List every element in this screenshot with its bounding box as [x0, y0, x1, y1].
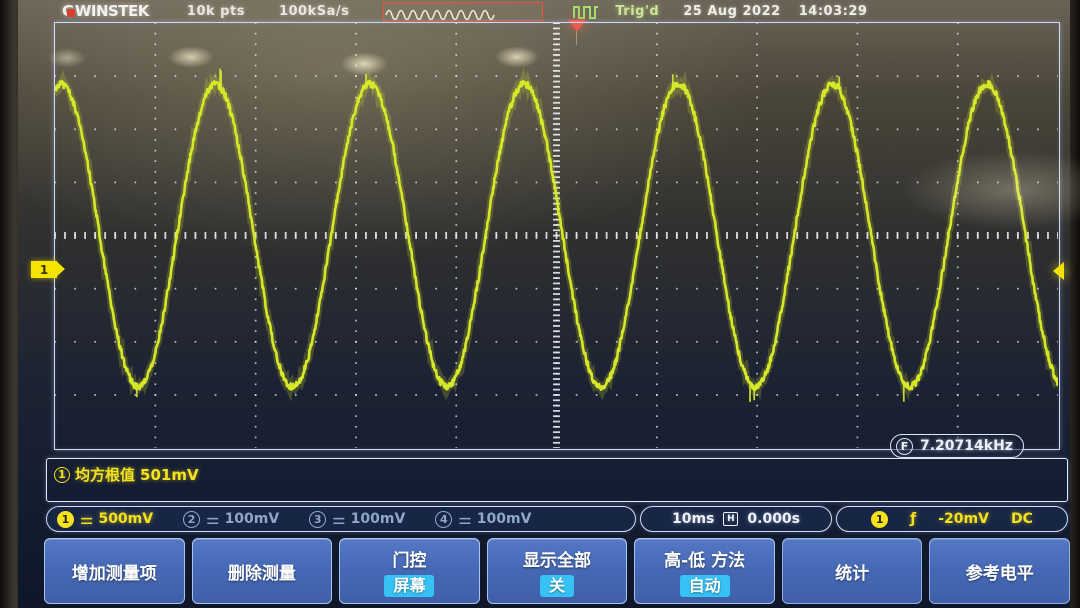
menu-label: 删除测量 — [227, 563, 296, 584]
sample-rate-label: 100kSa/s — [278, 3, 350, 19]
date-label: 25 Aug 2022 — [683, 3, 781, 19]
channel-2-badge: 2 — [183, 510, 201, 528]
menu-value: 屏幕 — [384, 574, 435, 597]
measurement-name: 均方根值 — [75, 466, 136, 484]
trigger-settings[interactable]: 1 ƒ -20mV DC — [836, 506, 1068, 532]
channel-4-coupling-icon: ⚌ — [458, 510, 471, 528]
channel-4-scale: 100mV — [476, 511, 532, 527]
trigger-status-label: Trig'd — [615, 3, 660, 19]
channel-settings-group: 1 ⚌ 500mV 2 ⚌ 100mV 3 ⚌ 100mV 4 ⚌ 100mV — [46, 506, 636, 532]
measurement-channel-badge: 1 — [54, 466, 70, 483]
menu-value: 自动 — [679, 574, 730, 597]
trigger-type-icon — [573, 3, 599, 20]
measurement-item[interactable]: 1 均方根值 501mV — [54, 464, 199, 485]
memory-depth-label: 10k pts — [186, 3, 245, 19]
channel-1-ground-marker[interactable]: 1 — [31, 261, 65, 278]
menu-label: 统计 — [835, 563, 870, 584]
channel-3-coupling-icon: ⚌ — [332, 510, 345, 528]
channel-2-setting[interactable]: 2 ⚌ 100mV — [183, 510, 279, 528]
trigger-source-badge: 1 — [871, 510, 889, 528]
channel-1-badge: 1 — [57, 510, 74, 528]
menu-label: 显示全部 — [523, 550, 592, 571]
timebase-scale: 10ms — [671, 511, 715, 527]
menu-add-measurement[interactable]: 增加测量项 — [44, 538, 185, 604]
menu-high-low-method[interactable]: 高-低 方法 自动 — [634, 538, 775, 604]
channel-2-scale: 100mV — [224, 511, 280, 527]
waveform-ch1 — [55, 67, 1058, 402]
channel-3-setting[interactable]: 3 ⚌ 100mV — [309, 510, 405, 528]
frequency-counter: F 7.20714kHz — [890, 434, 1024, 458]
menu-label: 增加测量项 — [71, 563, 157, 584]
channel-3-badge: 3 — [309, 510, 327, 528]
measurement-panel: 1 均方根值 501mV — [46, 458, 1068, 502]
menu-display-all[interactable]: 显示全部 关 — [486, 538, 628, 604]
channel-1-scale: 500mV — [98, 511, 154, 527]
status-strip: 1 ⚌ 500mV 2 ⚌ 100mV 3 ⚌ 100mV 4 ⚌ 100mV … — [46, 506, 1068, 532]
menu-reference-level[interactable]: 参考电平 — [929, 538, 1071, 604]
datetime-label: 25 Aug 2022 14:03:29 — [683, 4, 867, 19]
time-label: 14:03:29 — [798, 3, 868, 19]
waveform-overview-box[interactable] — [383, 1, 544, 21]
trigger-slope-icon: ƒ — [910, 511, 917, 527]
horizontal-position-icon: H — [723, 512, 739, 526]
oscilloscope-screen: GWINSTEK 10k pts 100kSa/s Trig'd 25 Aug … — [18, 0, 1071, 608]
channel-3-scale: 100mV — [350, 511, 406, 527]
waveform-overview-icon — [385, 9, 496, 20]
top-info-bar: GWINSTEK 10k pts 100kSa/s Trig'd 25 Aug … — [40, 0, 1080, 22]
trigger-level-value: -20mV — [938, 511, 989, 527]
channel-1-coupling-icon: ⚌ — [80, 510, 93, 528]
menu-label: 参考电平 — [965, 563, 1034, 584]
menu-value: 关 — [540, 574, 575, 597]
oscilloscope-photo: GWINSTEK 10k pts 100kSa/s Trig'd 25 Aug … — [0, 0, 1080, 608]
frequency-icon: F — [896, 437, 913, 455]
timebase-position: 0.000s — [747, 511, 801, 527]
brand-logo: GWINSTEK — [62, 2, 149, 20]
menu-label: 高-低 方法 — [664, 550, 746, 571]
graticule — [55, 23, 1059, 449]
timebase-settings[interactable]: 10ms H 0.000s — [640, 506, 832, 532]
trigger-coupling-label: DC — [1010, 511, 1033, 527]
frequency-value: 7.20714kHz — [920, 438, 1013, 454]
trigger-level-marker[interactable] — [1053, 262, 1064, 280]
channel-4-setting[interactable]: 4 ⚌ 100mV — [435, 510, 531, 528]
menu-remove-measurement[interactable]: 删除测量 — [191, 538, 333, 604]
menu-label: 门控 — [392, 550, 427, 571]
softkey-menu: 增加测量项 删除测量 门控 屏幕 显示全部 关 高-低 方法 自动 统计 参考电… — [44, 538, 1071, 604]
logo-mark — [66, 9, 75, 17]
measurement-value: 501mV — [140, 465, 199, 484]
menu-statistics[interactable]: 统计 — [781, 538, 923, 604]
menu-gating[interactable]: 门控 屏幕 — [339, 538, 480, 604]
graticule-frame — [54, 22, 1060, 450]
channel-1-setting[interactable]: 1 ⚌ 500mV — [57, 510, 153, 528]
channel-2-coupling-icon: ⚌ — [206, 510, 219, 528]
channel-4-badge: 4 — [435, 510, 453, 528]
